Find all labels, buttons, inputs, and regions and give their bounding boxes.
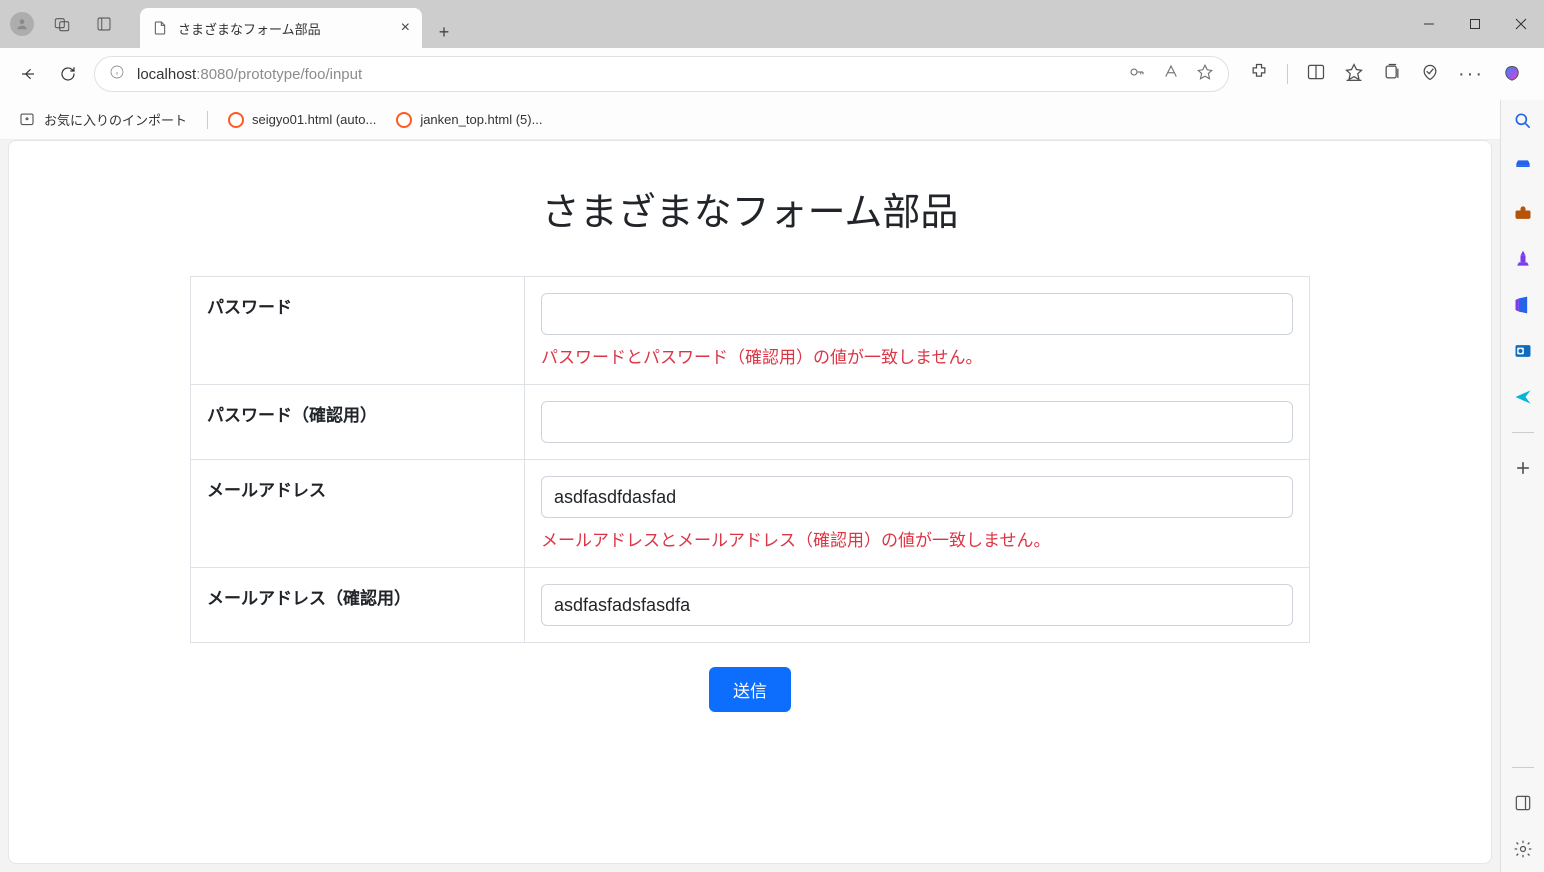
more-menu-icon[interactable]: ··· xyxy=(1458,63,1484,86)
toolbar-right: ··· xyxy=(1241,62,1530,87)
bookmark-item-0[interactable]: seigyo01.html (auto... xyxy=(228,112,376,128)
bookmark-item-1[interactable]: janken_top.html (5)... xyxy=(396,112,542,128)
form-row-password-confirm: パスワード（確認用） xyxy=(191,385,1310,460)
add-sidebar-icon[interactable] xyxy=(1512,457,1534,479)
outlook-icon[interactable] xyxy=(1512,340,1534,362)
toolbar: localhost:8080/prototype/foo/input ··· xyxy=(0,48,1544,100)
email-field[interactable] xyxy=(541,476,1293,518)
form-label: パスワード（確認用） xyxy=(191,385,525,460)
tab-strip: さまざまなフォーム部品 × + xyxy=(140,0,460,48)
maximize-button[interactable] xyxy=(1452,0,1498,48)
document-icon xyxy=(152,20,168,36)
copilot-icon[interactable] xyxy=(1502,64,1522,84)
back-button[interactable] xyxy=(14,60,42,88)
workspaces-icon[interactable] xyxy=(48,10,76,38)
toolbar-divider xyxy=(1287,64,1288,84)
form-label: メールアドレス（確認用） xyxy=(191,568,525,643)
split-screen-icon[interactable] xyxy=(1306,62,1326,87)
active-tab[interactable]: さまざまなフォーム部品 × xyxy=(140,8,422,48)
favicon-icon xyxy=(228,112,244,128)
form-table: パスワード パスワードとパスワード（確認用）の値が一致しません。 パスワード（確… xyxy=(190,276,1310,643)
import-label: お気に入りのインポート xyxy=(44,110,187,129)
search-icon[interactable] xyxy=(1512,110,1534,132)
refresh-button[interactable] xyxy=(54,60,82,88)
favorites-icon[interactable] xyxy=(1344,62,1364,87)
bookmarks-divider xyxy=(207,111,208,129)
bookmark-label: janken_top.html (5)... xyxy=(420,112,542,127)
submit-button[interactable]: 送信 xyxy=(709,667,791,712)
office-icon[interactable] xyxy=(1512,294,1534,316)
sidebar-collapse-icon[interactable] xyxy=(1512,792,1534,814)
profile-icon[interactable] xyxy=(10,12,34,36)
close-tab-icon[interactable]: × xyxy=(401,19,410,37)
performance-icon[interactable] xyxy=(1420,62,1440,87)
new-tab-button[interactable]: + xyxy=(428,16,460,48)
addressbar-right-icons xyxy=(1128,63,1214,85)
page-title: さまざまなフォーム部品 xyxy=(9,181,1491,236)
password-confirm-field[interactable] xyxy=(541,401,1293,443)
form-row-email-confirm: メールアドレス（確認用） xyxy=(191,568,1310,643)
import-bookmarks-button[interactable]: お気に入りのインポート xyxy=(18,110,187,129)
addressbar[interactable]: localhost:8080/prototype/foo/input xyxy=(94,56,1229,92)
form-label: パスワード xyxy=(191,277,525,385)
sidebar-divider xyxy=(1512,767,1534,768)
tab-title: さまざまなフォーム部品 xyxy=(178,19,321,38)
collections-icon[interactable] xyxy=(1382,62,1402,87)
bookmark-label: seigyo01.html (auto... xyxy=(252,112,376,127)
site-info-icon[interactable] xyxy=(109,64,125,84)
bookmarks-bar: お気に入りのインポート seigyo01.html (auto... janke… xyxy=(0,100,1544,140)
tools-icon[interactable] xyxy=(1512,202,1534,224)
url-text: localhost:8080/prototype/foo/input xyxy=(137,66,362,83)
error-text: パスワードとパスワード（確認用）の値が一致しません。 xyxy=(541,343,1293,368)
error-text: メールアドレスとメールアドレス（確認用）の値が一致しません。 xyxy=(541,526,1293,551)
form-label: メールアドレス xyxy=(191,460,525,568)
form-row-password: パスワード パスワードとパスワード（確認用）の値が一致しません。 xyxy=(191,277,1310,385)
shopping-icon[interactable] xyxy=(1512,156,1534,178)
close-window-button[interactable] xyxy=(1498,0,1544,48)
page-viewport: さまざまなフォーム部品 パスワード パスワードとパスワード（確認用）の値が一致し… xyxy=(8,140,1492,864)
games-icon[interactable] xyxy=(1512,248,1534,270)
sidebar-divider xyxy=(1512,432,1534,433)
window-controls xyxy=(1406,0,1544,48)
send-icon[interactable] xyxy=(1512,386,1534,408)
sidebar xyxy=(1500,100,1544,872)
titlebar: さまざまなフォーム部品 × + xyxy=(0,0,1544,48)
password-field[interactable] xyxy=(541,293,1293,335)
tab-actions-icon[interactable] xyxy=(90,10,118,38)
favorite-icon[interactable] xyxy=(1196,63,1214,85)
email-confirm-field[interactable] xyxy=(541,584,1293,626)
minimize-button[interactable] xyxy=(1406,0,1452,48)
password-icon[interactable] xyxy=(1128,63,1146,85)
settings-icon[interactable] xyxy=(1512,838,1534,860)
form-row-email: メールアドレス メールアドレスとメールアドレス（確認用）の値が一致しません。 xyxy=(191,460,1310,568)
extensions-icon[interactable] xyxy=(1249,62,1269,87)
read-aloud-icon[interactable] xyxy=(1162,63,1180,85)
favicon-icon xyxy=(396,112,412,128)
